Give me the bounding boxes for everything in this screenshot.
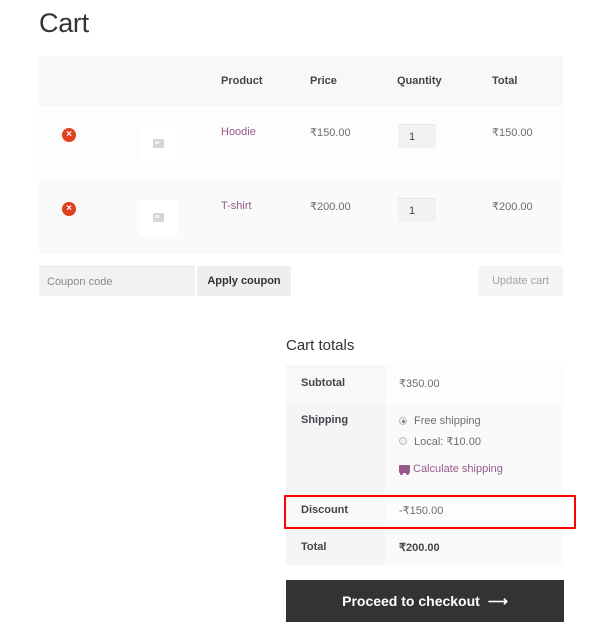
header-product: Product bbox=[221, 75, 263, 87]
cart-table: Product Price Quantity Total × Hoodie ₹1… bbox=[39, 56, 563, 254]
discount-row: Discount -₹150.00 bbox=[286, 492, 563, 529]
product-link[interactable]: T-shirt bbox=[221, 200, 252, 212]
subtotal-label: Subtotal bbox=[286, 365, 385, 402]
calculate-shipping-link[interactable]: Calculate shipping bbox=[399, 463, 503, 475]
arrow-right-icon: ⟶ bbox=[487, 592, 508, 609]
proceed-to-checkout-button[interactable]: Proceed to checkout ⟶ bbox=[286, 580, 564, 622]
item-total: ₹200.00 bbox=[492, 201, 533, 213]
image-placeholder-icon bbox=[153, 213, 164, 222]
calculate-shipping-label: Calculate shipping bbox=[413, 463, 503, 475]
checkout-label: Proceed to checkout bbox=[342, 593, 480, 609]
cart-item-row: × Hoodie ₹150.00 ₹150.00 bbox=[39, 106, 563, 180]
header-total: Total bbox=[492, 75, 518, 87]
product-link[interactable]: Hoodie bbox=[221, 126, 256, 138]
discount-label: Discount bbox=[286, 492, 385, 529]
item-total: ₹150.00 bbox=[492, 127, 533, 139]
subtotal-row: Subtotal ₹350.00 bbox=[286, 365, 563, 402]
cart-totals-title: Cart totals bbox=[286, 337, 355, 354]
product-thumbnail[interactable] bbox=[140, 126, 177, 163]
shipping-option-local[interactable]: Local: ₹10.00 bbox=[399, 431, 563, 451]
truck-icon bbox=[399, 465, 410, 475]
item-price: ₹200.00 bbox=[310, 201, 351, 213]
shipping-option-free[interactable]: Free shipping bbox=[399, 411, 563, 431]
item-price: ₹150.00 bbox=[310, 127, 351, 139]
header-price: Price bbox=[310, 75, 337, 87]
shipping-row: Shipping Free shipping Local: ₹10.00 Cal… bbox=[286, 402, 563, 492]
radio-button[interactable] bbox=[399, 437, 407, 445]
shipping-option-label: Free shipping bbox=[414, 415, 481, 427]
cart-item-row: × T-shirt ₹200.00 ₹200.00 bbox=[39, 180, 563, 254]
apply-coupon-button[interactable]: Apply coupon bbox=[197, 266, 291, 296]
order-total-value: ₹200.00 bbox=[385, 529, 563, 565]
shipping-options: Free shipping Local: ₹10.00 Calculate sh… bbox=[385, 402, 563, 492]
quantity-input[interactable] bbox=[398, 124, 436, 148]
header-quantity: Quantity bbox=[397, 75, 442, 87]
radio-button[interactable] bbox=[399, 417, 407, 425]
shipping-label: Shipping bbox=[286, 402, 385, 492]
coupon-code-input[interactable] bbox=[39, 266, 195, 296]
product-thumbnail[interactable] bbox=[140, 200, 177, 237]
order-total-row: Total ₹200.00 bbox=[286, 529, 563, 565]
order-total-label: Total bbox=[286, 529, 385, 565]
cart-totals-table: Subtotal ₹350.00 Shipping Free shipping … bbox=[286, 365, 563, 565]
quantity-input[interactable] bbox=[398, 198, 436, 222]
discount-value: -₹150.00 bbox=[385, 492, 563, 529]
image-placeholder-icon bbox=[153, 139, 164, 148]
update-cart-button[interactable]: Update cart bbox=[478, 266, 563, 296]
remove-item-icon[interactable]: × bbox=[62, 128, 76, 142]
subtotal-value: ₹350.00 bbox=[385, 365, 563, 402]
shipping-option-label: Local: ₹10.00 bbox=[414, 435, 481, 448]
remove-item-icon[interactable]: × bbox=[62, 202, 76, 216]
page-title: Cart bbox=[39, 8, 89, 38]
cart-table-header: Product Price Quantity Total bbox=[39, 56, 563, 106]
